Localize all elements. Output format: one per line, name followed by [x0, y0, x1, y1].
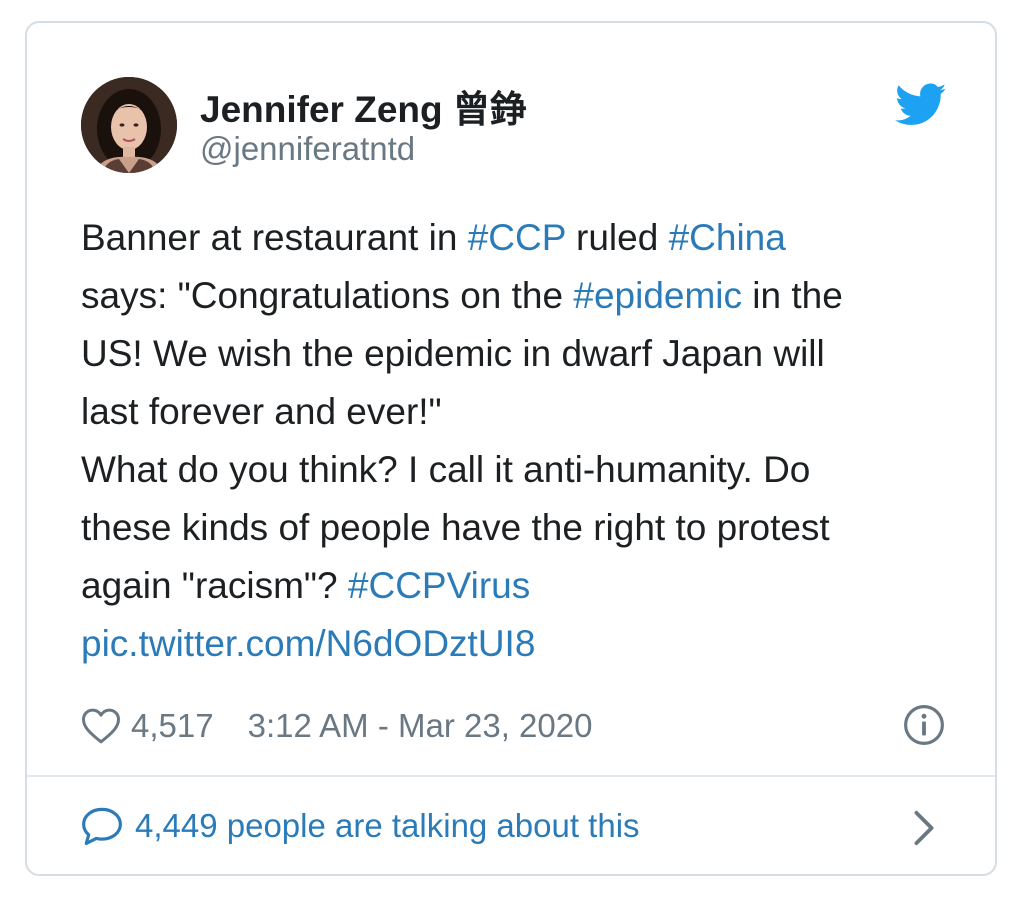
avatar[interactable] [81, 77, 177, 173]
tweet-line: last forever and ever!" [81, 383, 961, 441]
conversation-link[interactable]: 4,449 people are talking about this [81, 806, 640, 846]
tweet-line: pic.twitter.com/N6dODztUI8 [81, 615, 961, 673]
hashtag-link[interactable]: #CCP [468, 217, 566, 258]
tweet-text-segment: in the [742, 275, 843, 316]
tweet-line: says: "Congratulations on the #epidemic … [81, 267, 961, 325]
tweet-line: What do you think? I call it anti-humani… [81, 441, 961, 499]
tweet-text-segment: Banner at restaurant in [81, 217, 468, 258]
info-icon[interactable] [903, 704, 945, 746]
speech-bubble-icon [81, 806, 123, 846]
tweet-text-segment: these kinds of people have the right to … [81, 507, 830, 548]
tweet-meta: 4,517 3:12 AM - Mar 23, 2020 [81, 703, 592, 749]
tweet-line: these kinds of people have the right to … [81, 499, 961, 557]
author-name[interactable]: Jennifer Zeng 曾錚 [200, 79, 527, 133]
like-count: 4,517 [131, 707, 214, 744]
tweet-text-segment: says: "Congratulations on the [81, 275, 574, 316]
tweet-text-segment: ruled [565, 217, 669, 258]
tweet-line: again "racism"? #CCPVirus [81, 557, 961, 615]
tweet-text: Banner at restaurant in #CCP ruled #Chin… [81, 209, 961, 673]
timestamp[interactable]: 3:12 AM - Mar 23, 2020 [248, 707, 593, 745]
hashtag-link[interactable]: #epidemic [573, 275, 742, 316]
twitter-bird-icon[interactable] [895, 83, 947, 127]
tweet-line: Banner at restaurant in #CCP ruled #Chin… [81, 209, 961, 267]
hashtag-link[interactable]: #China [669, 217, 786, 258]
tweet-text-segment: last forever and ever!" [81, 391, 442, 432]
heart-icon[interactable] [81, 707, 121, 745]
divider [27, 775, 995, 777]
conversation-label: 4,449 people are talking about this [135, 807, 640, 844]
tweet-text-segment: What do you think? I call it anti-humani… [81, 449, 811, 490]
author-handle[interactable]: @jenniferatntd [200, 130, 415, 168]
tweet-card: Jennifer Zeng 曾錚 @jenniferatntd Banner a… [25, 21, 997, 876]
media-link[interactable]: pic.twitter.com/N6dODztUI8 [81, 623, 535, 664]
avatar-photo [81, 77, 177, 173]
hashtag-link[interactable]: #CCPVirus [348, 565, 530, 606]
tweet-text-segment: again "racism"? [81, 565, 348, 606]
tweet-text-segment: US! We wish the epidemic in dwarf Japan … [81, 333, 825, 374]
chevron-right-icon[interactable] [912, 809, 936, 847]
tweet-line: US! We wish the epidemic in dwarf Japan … [81, 325, 961, 383]
